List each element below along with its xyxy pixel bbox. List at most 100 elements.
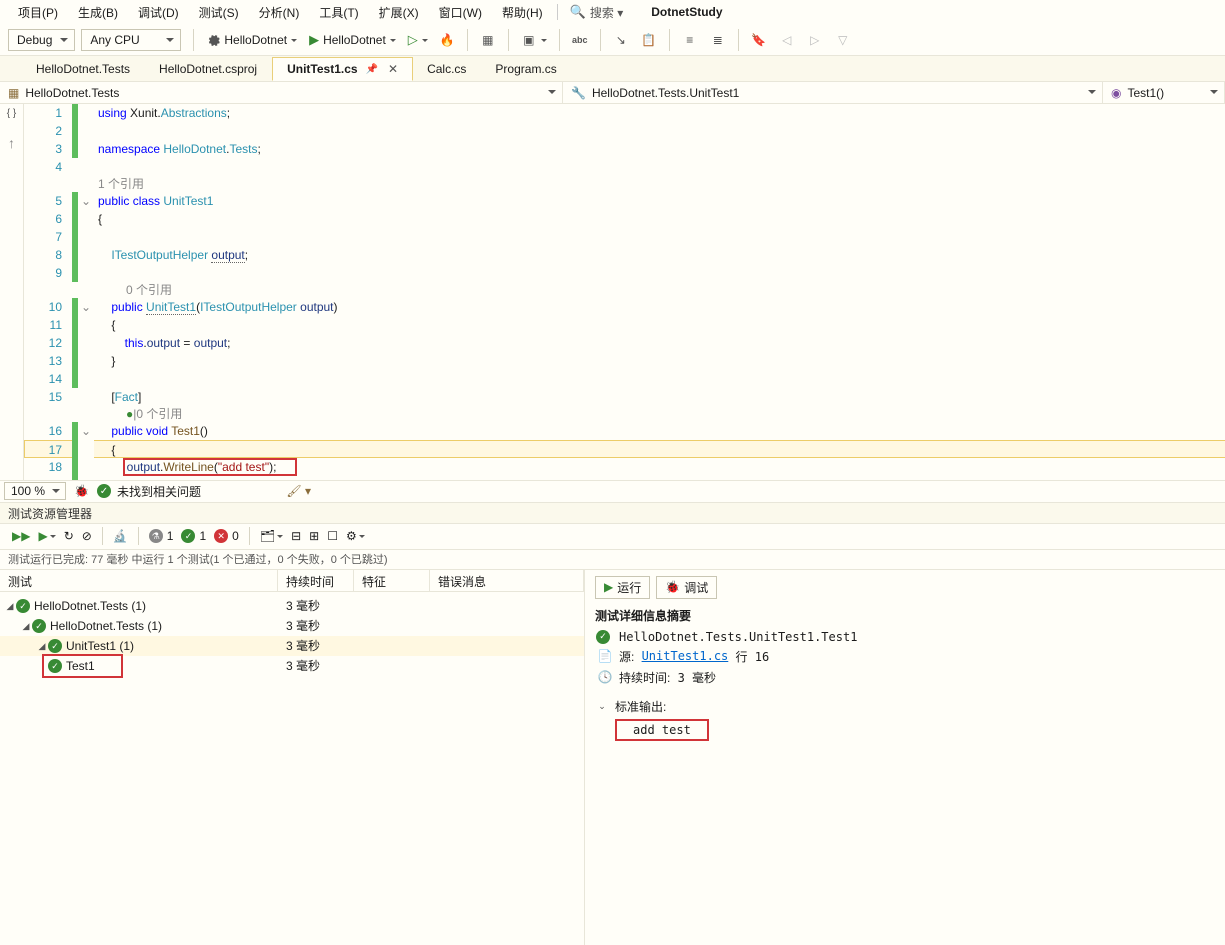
run-icon[interactable]: ▶ — [34, 529, 59, 543]
solution-name: DotnetStudy — [651, 5, 722, 19]
menu-window[interactable]: 窗口(W) — [429, 1, 492, 24]
detail-duration-label: 持续时间: — [619, 669, 670, 686]
play-icon: ▶ — [309, 32, 319, 48]
search-box[interactable]: 🔍搜索 ▾ — [570, 4, 624, 21]
cross-icon: ✕ — [214, 529, 228, 543]
menu-project[interactable]: 项目(P) — [8, 1, 68, 24]
test-columns: 测试 持续时间 特征 错误消息 — [0, 570, 584, 592]
search-icon: 🔍 — [570, 4, 586, 20]
toolbar-btn-7[interactable]: ≣ — [704, 29, 732, 51]
toolbar-btn-11[interactable]: ▽ — [829, 29, 857, 51]
clock-icon: 🕓 — [595, 670, 615, 684]
platform-select[interactable]: Any CPU — [81, 29, 181, 51]
tree-row[interactable]: ✓Test1 3 毫秒 — [0, 656, 584, 676]
detail-summary-heading: 测试详细信息摘要 — [595, 607, 1215, 624]
repeat-icon[interactable]: ↻ — [60, 529, 78, 543]
menu-tools[interactable]: 工具(T) — [309, 1, 368, 24]
close-icon[interactable]: ✕ — [388, 62, 398, 76]
pin-icon[interactable]: 📌 — [366, 64, 378, 75]
document-tabs: HelloDotnet.Tests HelloDotnet.csproj Uni… — [0, 56, 1225, 82]
menu-analyze[interactable]: 分析(N) — [249, 1, 310, 24]
start-target[interactable]: HelloDotnet — [200, 29, 303, 51]
count-failed[interactable]: ✕0 — [210, 529, 243, 543]
test-explorer-toolbar: ▶▶ ▶ ↻ ⊘ 🔬 ⚗1 ✓1 ✕0 🗂 ⊟ ⊞ ☐ ⚙ — [0, 524, 1225, 550]
scroll-up-icon[interactable]: ↑ — [8, 135, 15, 151]
ok-icon: ✓ — [97, 484, 111, 498]
detail-source-link[interactable]: UnitTest1.cs — [642, 649, 729, 663]
col-traits[interactable]: 特征 — [354, 570, 430, 591]
count-total[interactable]: ⚗1 — [145, 529, 178, 543]
left-gutter: { } ↑ — [0, 104, 24, 480]
nav-scope[interactable]: ▦HelloDotnet.Tests — [0, 82, 563, 103]
zoom-select[interactable]: 100 % — [4, 482, 66, 500]
test-tree: ◢✓HelloDotnet.Tests (1) 3 毫秒 ◢✓HelloDotn… — [0, 592, 584, 680]
stop-icon[interactable]: ⊘ — [78, 529, 96, 543]
nav-member[interactable]: ◉Test1() — [1103, 82, 1225, 103]
col-duration[interactable]: 持续时间 — [278, 570, 354, 591]
tab-calc[interactable]: Calc.cs — [413, 58, 481, 80]
test-detail-panel: ▶运行 🐞调试 测试详细信息摘要 ✓HelloDotnet.Tests.Unit… — [585, 570, 1225, 945]
palette-icon[interactable]: 🐞 — [74, 484, 89, 498]
layout-icon-1[interactable]: ⊟ — [287, 529, 305, 543]
menu-build[interactable]: 生成(B) — [68, 1, 128, 24]
project-icon: ▦ — [8, 86, 19, 100]
detail-debug-button[interactable]: 🐞调试 — [656, 576, 717, 599]
gear-icon — [206, 33, 220, 47]
code-editor[interactable]: 1using Xunit.Abstractions; 2 3namespace … — [24, 104, 1225, 480]
hot-reload[interactable]: 🔥 — [434, 29, 461, 51]
config-select[interactable]: Debug — [8, 29, 75, 51]
stdout-header[interactable]: ⌄标准输出: — [595, 698, 1215, 715]
stdout-value: add test — [615, 719, 709, 741]
tab-tests-proj[interactable]: HelloDotnet.Tests — [22, 58, 145, 80]
nav-type[interactable]: 🔧HelloDotnet.Tests.UnitTest1 — [563, 82, 1103, 103]
code-nav-bar: ▦HelloDotnet.Tests 🔧HelloDotnet.Tests.Un… — [0, 82, 1225, 104]
test-tree-panel: 测试 持续时间 特征 错误消息 ◢✓HelloDotnet.Tests (1) … — [0, 570, 585, 945]
menu-help[interactable]: 帮助(H) — [492, 1, 553, 24]
run-target[interactable]: ▶HelloDotnet — [303, 29, 402, 51]
play-outline-icon: ▷ — [408, 32, 418, 48]
toolbar-btn-2[interactable]: ▣ — [515, 29, 553, 51]
filter-icon[interactable]: 🔬 — [109, 529, 132, 543]
run-all-icon[interactable]: ▶▶ — [8, 529, 34, 543]
wand-icon[interactable]: 🖌 ▾ — [286, 484, 311, 498]
layout-icon-2[interactable]: ⊞ — [305, 529, 323, 543]
menu-debug[interactable]: 调试(D) — [128, 1, 189, 24]
toolbar-btn-9[interactable]: ◁ — [773, 29, 801, 51]
toolbar-btn-3[interactable]: abc — [566, 29, 594, 51]
editor-area: { } ↑ 1using Xunit.Abstractions; 2 3name… — [0, 104, 1225, 480]
count-passed[interactable]: ✓1 — [177, 529, 210, 543]
col-test[interactable]: 测试 — [0, 570, 278, 591]
layout-icon-3[interactable]: ☐ — [323, 529, 342, 543]
flask-icon: ⚗ — [149, 529, 163, 543]
toolbar-btn-1[interactable]: ▦ — [474, 29, 502, 51]
group-icon[interactable]: 🗂 — [256, 529, 287, 543]
tab-unittest1[interactable]: UnitTest1.cs 📌 ✕ — [272, 57, 413, 81]
test-run-summary: 测试运行已完成: 77 毫秒 中运行 1 个测试(1 个已通过，0 个失败，0 … — [0, 550, 1225, 570]
run-without-debug[interactable]: ▷ — [402, 29, 434, 51]
toolbar-btn-10[interactable]: ▷ — [801, 29, 829, 51]
file-icon: 📄 — [595, 649, 615, 663]
test-explorer-title: 测试资源管理器 — [0, 502, 1225, 524]
toolbar-btn-4[interactable]: ↘ — [607, 29, 635, 51]
detail-run-button[interactable]: ▶运行 — [595, 576, 650, 599]
menu-test[interactable]: 测试(S) — [189, 1, 249, 24]
editor-status-bar: 100 % 🐞 ✓ 未找到相关问题 🖌 ▾ — [0, 480, 1225, 502]
method-icon: ◉ — [1111, 86, 1121, 100]
tree-row[interactable]: ◢✓HelloDotnet.Tests (1) 3 毫秒 — [0, 596, 584, 616]
menu-extensions[interactable]: 扩展(X) — [369, 1, 429, 24]
test-explorer-body: 测试 持续时间 特征 错误消息 ◢✓HelloDotnet.Tests (1) … — [0, 570, 1225, 945]
tab-csproj[interactable]: HelloDotnet.csproj — [145, 58, 272, 80]
tree-row[interactable]: ◢✓UnitTest1 (1) 3 毫秒 — [0, 636, 584, 656]
toolbar-btn-8[interactable]: 🔖 — [745, 29, 773, 51]
col-error[interactable]: 错误消息 — [430, 570, 584, 591]
collapse-icon[interactable]: { } — [7, 108, 16, 119]
settings-icon[interactable]: ⚙ — [342, 529, 369, 543]
tree-row[interactable]: ◢✓HelloDotnet.Tests (1) 3 毫秒 — [0, 616, 584, 636]
toolbar-btn-5[interactable]: 📋 — [635, 29, 663, 51]
menu-bar: 项目(P) 生成(B) 调试(D) 测试(S) 分析(N) 工具(T) 扩展(X… — [0, 0, 1225, 24]
class-icon: 🔧 — [571, 86, 586, 100]
status-msg: 未找到相关问题 — [117, 483, 201, 500]
toolbar-btn-6[interactable]: ≡ — [676, 29, 704, 51]
tab-program[interactable]: Program.cs — [481, 58, 571, 80]
detail-source-label: 源: — [619, 648, 634, 665]
